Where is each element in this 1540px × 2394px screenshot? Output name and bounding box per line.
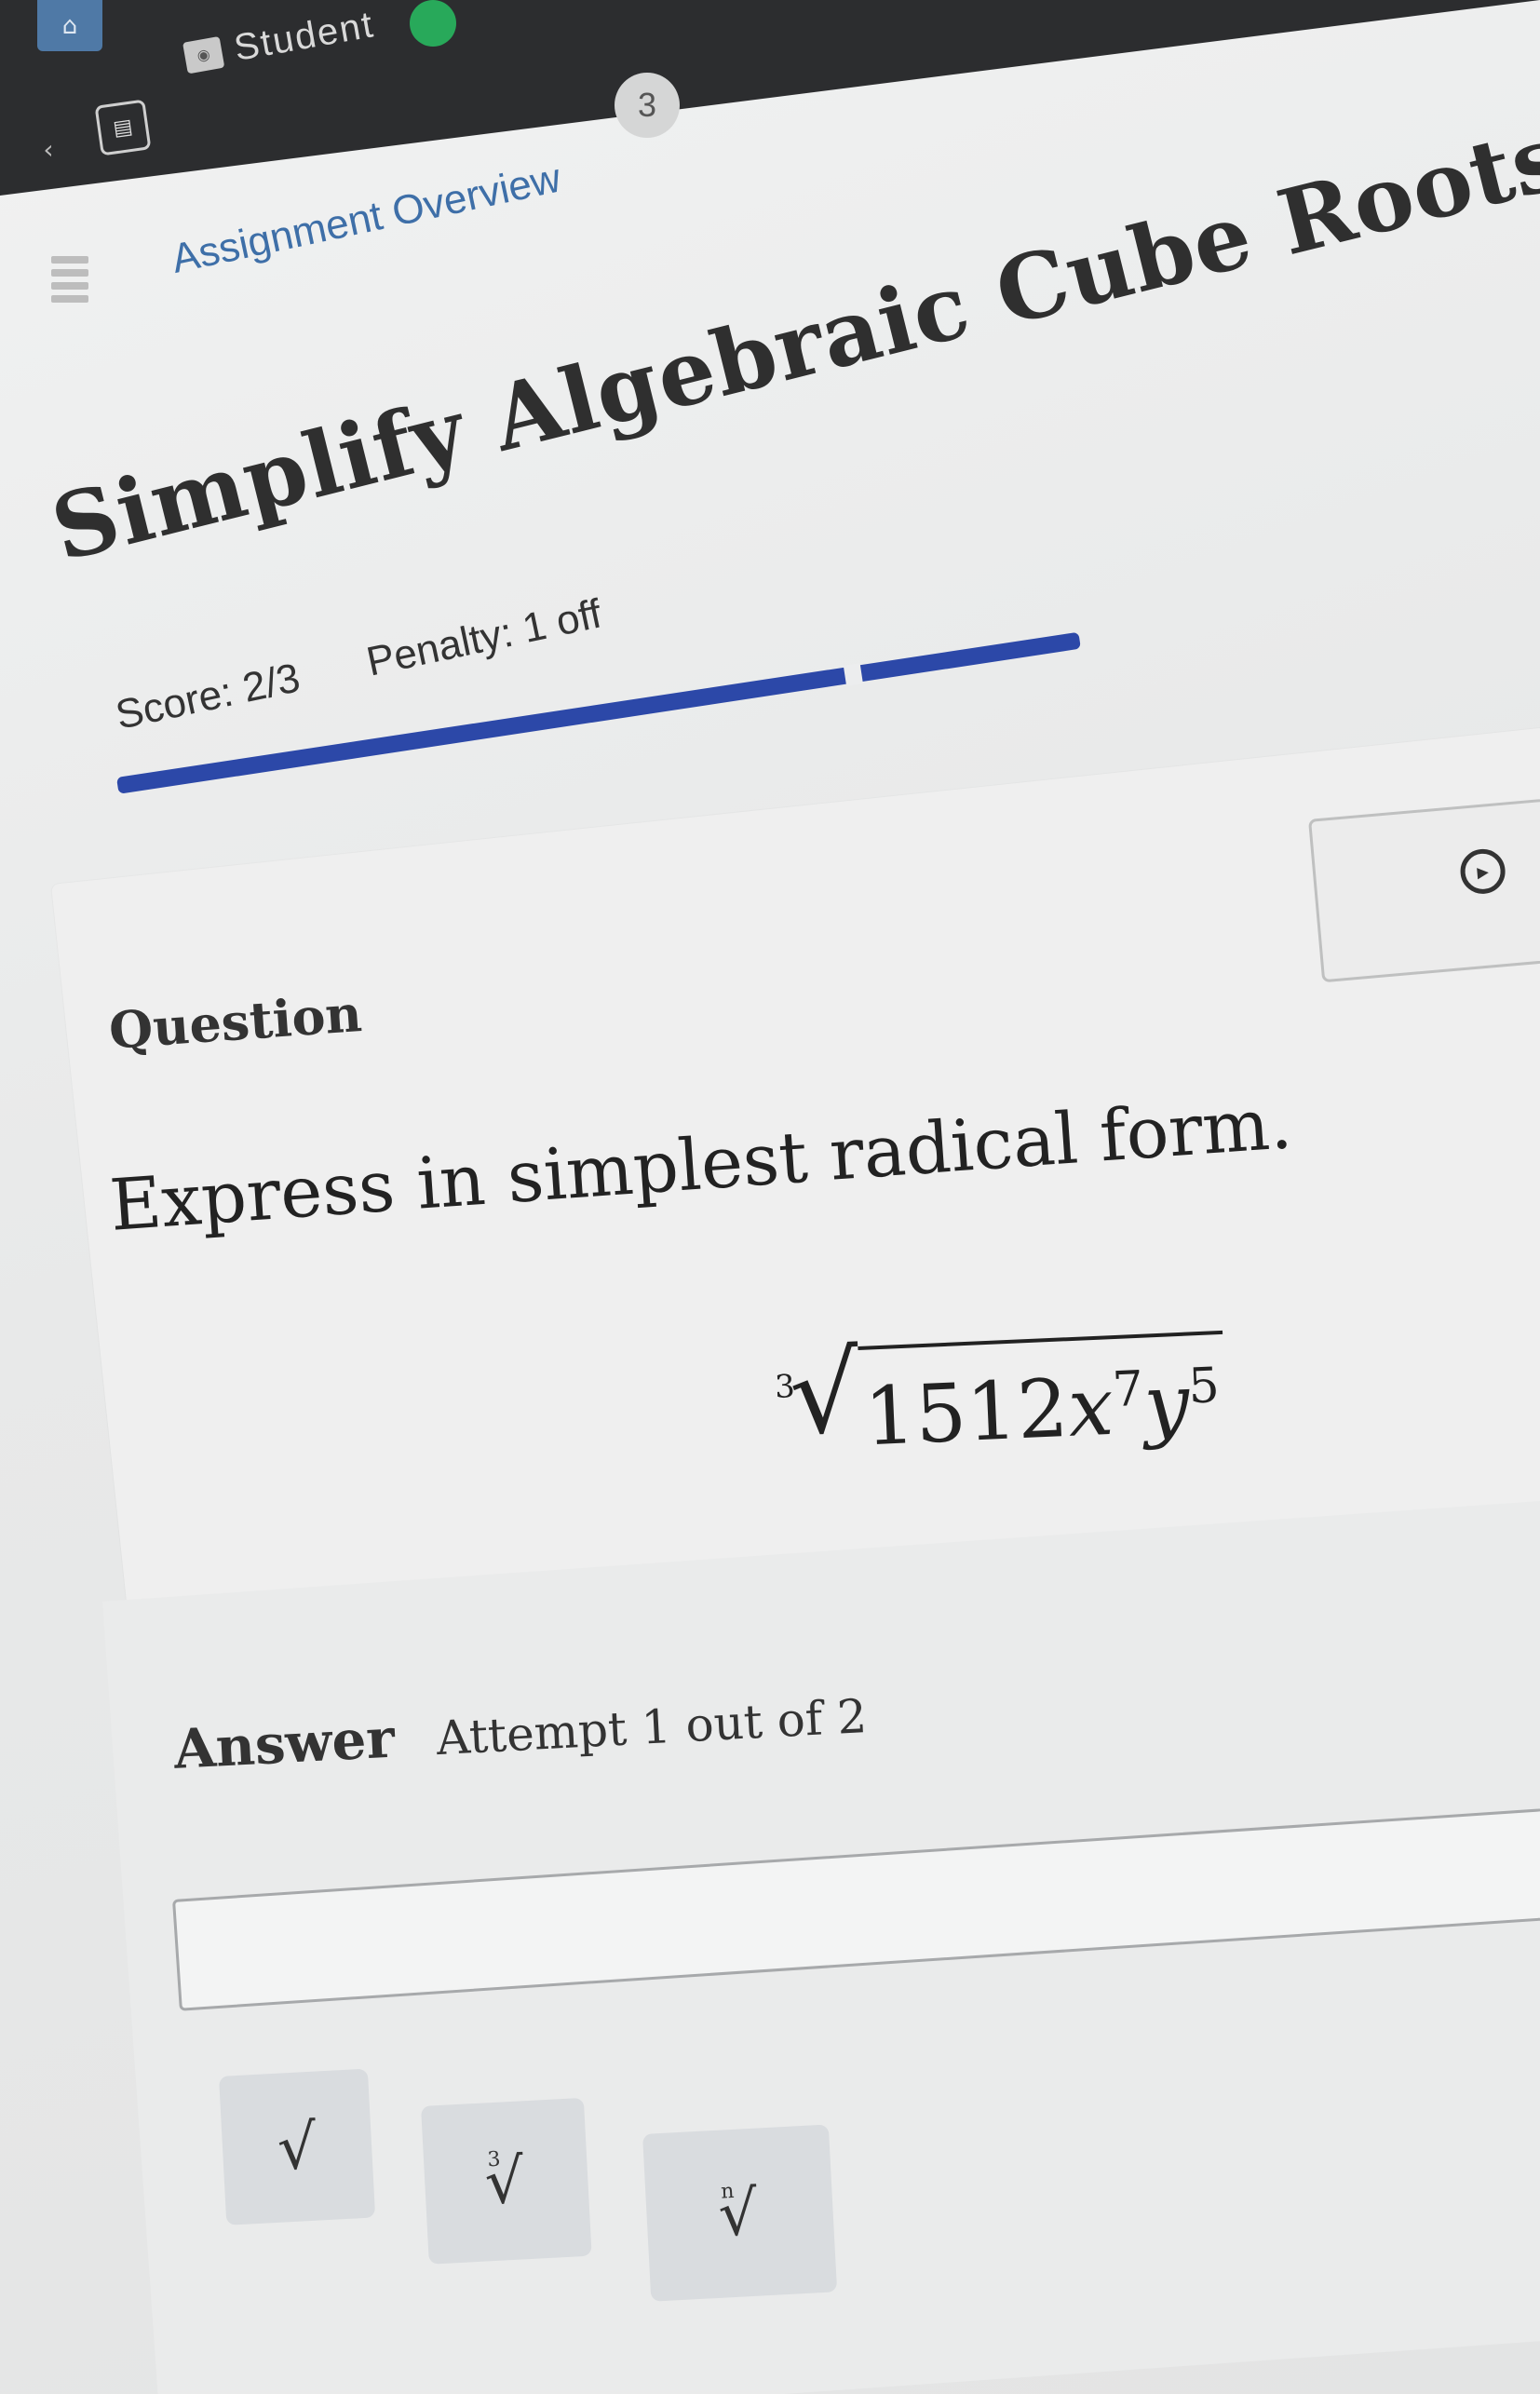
page-title: Simplify Algebraic Cube Roots bbox=[42, 103, 1540, 582]
variable-x: x bbox=[1066, 1359, 1115, 1455]
back-icon[interactable]: ‹ bbox=[39, 130, 58, 168]
overview-count-badge: 3 bbox=[615, 73, 680, 138]
status-indicator bbox=[410, 0, 456, 47]
radical-expression: 3 √ 1512x7y5 bbox=[773, 1321, 1228, 1473]
nth-root-index: n bbox=[720, 2179, 736, 2204]
variable-y: y bbox=[1141, 1357, 1192, 1453]
menu-icon[interactable] bbox=[51, 256, 88, 303]
cube-root-button[interactable]: 3 √ bbox=[421, 2097, 592, 2265]
square-root-icon: √ bbox=[276, 2110, 319, 2184]
play-icon: ▶ bbox=[1458, 846, 1507, 896]
video-help-button[interactable]: ▶ bbox=[1308, 794, 1540, 983]
score-text: Score: 2/3 bbox=[112, 655, 304, 738]
page: ⌂ ‹ ▤ ◉ Student Assignment Overview 3 Si… bbox=[0, 0, 1540, 2394]
answer-heading: Answer bbox=[172, 1706, 397, 1781]
home-button[interactable]: ⌂ bbox=[37, 0, 102, 51]
home-icon: ⌂ bbox=[61, 11, 78, 40]
assignment-overview-link[interactable]: Assignment Overview bbox=[168, 156, 565, 283]
progress-segment-gap bbox=[843, 663, 863, 686]
penalty-text: Penalty: 1 off bbox=[362, 590, 606, 685]
student-icon: ◉ bbox=[182, 35, 225, 74]
progress-fill bbox=[116, 631, 1082, 794]
radicand: 1512x7y5 bbox=[858, 1330, 1228, 1469]
exponent-x: 7 bbox=[1111, 1360, 1145, 1419]
square-root-button[interactable]: √ bbox=[219, 2068, 376, 2225]
radical-symbol: √ bbox=[787, 1328, 863, 1460]
exponent-y: 5 bbox=[1187, 1358, 1221, 1415]
book-icon[interactable]: ▤ bbox=[94, 99, 152, 156]
cube-root-index: 3 bbox=[486, 2147, 502, 2171]
nth-root-button[interactable]: n √ bbox=[642, 2124, 838, 2302]
coefficient: 1512 bbox=[862, 1361, 1071, 1465]
